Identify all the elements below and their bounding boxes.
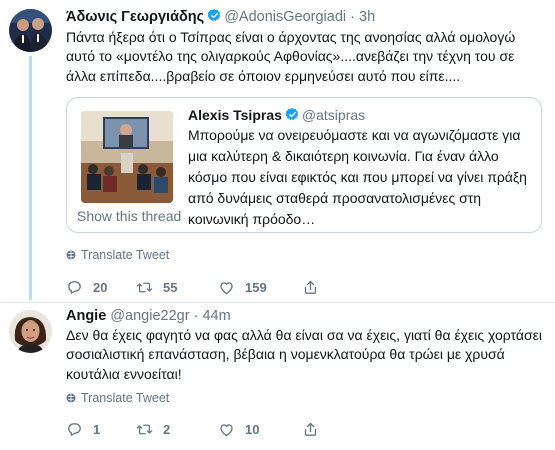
avatar-adonis-image	[9, 9, 52, 52]
heart-icon	[220, 423, 233, 436]
retweet-button[interactable]: 55	[136, 277, 177, 297]
globe-icon	[66, 393, 76, 403]
tweet-actions: 20 55 159	[66, 277, 366, 297]
verified-badge-icon	[207, 8, 221, 22]
retweet-count: 55	[163, 279, 178, 295]
globe-icon	[66, 250, 76, 260]
tweet-actions: 1 2 10	[66, 419, 366, 439]
like-count: 10	[245, 421, 260, 437]
tweet-header: Άδωνις Γεωργιάδης @AdonisGeorgiadi · 3h	[66, 8, 375, 26]
like-button[interactable]: 159	[218, 277, 267, 297]
tweet-text: Δεν θα έχεις φαγητό να φας αλλά θα είναι…	[66, 327, 542, 382]
quoted-photo	[81, 111, 173, 203]
like-button[interactable]: 10	[218, 419, 259, 439]
reply-icon	[68, 422, 81, 436]
show-thread-link[interactable]: Show this thread	[77, 208, 181, 224]
retweet-icon	[136, 282, 153, 292]
retweet-count: 2	[163, 421, 171, 437]
reply-button[interactable]: 1	[66, 419, 100, 439]
avatar-angie-image	[9, 310, 52, 353]
tweet-angie[interactable]: Angie @angie22gr · 44m Δεν θα έχεις φαγη…	[0, 302, 555, 450]
quoted-tweet-image[interactable]	[81, 111, 173, 203]
author-name[interactable]: Άδωνις Γεωργιάδης	[66, 9, 204, 25]
tweet-header: Angie @angie22gr · 44m	[66, 307, 231, 325]
avatar-angie[interactable]	[9, 310, 52, 353]
quoted-tweet-text: Μπορούμε να ονειρευόμαστε και να αγωνιζό…	[188, 127, 527, 227]
share-button[interactable]	[302, 419, 329, 439]
heart-icon	[220, 281, 233, 294]
tweet-timestamp[interactable]: 3h	[359, 9, 375, 25]
quoted-author-handle[interactable]: @atsipras	[302, 107, 365, 123]
share-icon	[304, 280, 317, 294]
separator-dot: ·	[193, 308, 199, 324]
quoted-tweet-header: Alexis Tsipras @atsipras	[188, 107, 365, 123]
author-name[interactable]: Angie	[66, 308, 106, 324]
retweet-button[interactable]: 2	[136, 419, 170, 439]
quoted-author-name[interactable]: Alexis Tsipras	[188, 107, 282, 123]
author-handle[interactable]: @AdonisGeorgiadi	[224, 9, 346, 25]
like-count: 159	[245, 279, 267, 295]
reply-count: 20	[93, 279, 108, 295]
translate-tweet-link[interactable]: Translate Tweet	[66, 248, 169, 262]
translate-tweet-link[interactable]: Translate Tweet	[66, 391, 169, 405]
separator-dot: ·	[350, 9, 356, 25]
reply-count: 1	[93, 421, 101, 437]
retweet-icon	[136, 424, 153, 434]
share-button[interactable]	[302, 277, 329, 297]
reply-button[interactable]: 20	[66, 277, 107, 297]
translate-tweet-label: Translate Tweet	[81, 248, 170, 262]
quoted-tweet[interactable]: Alexis Tsipras @atsipras Μπορούμε να ονει…	[66, 97, 542, 233]
share-icon	[304, 422, 317, 436]
tweet-adonis[interactable]: Άδωνις Γεωργιάδης @AdonisGeorgiadi · 3h Π…	[0, 0, 555, 300]
tweet-text: Πάντα ήξερα ότι ο Τσίπρας είναι ο άρχοντ…	[66, 29, 516, 84]
tweet-timestamp[interactable]: 44m	[202, 308, 230, 324]
thread-line	[29, 56, 32, 300]
verified-badge-icon	[285, 107, 299, 121]
author-handle[interactable]: @angie22gr	[110, 308, 189, 324]
avatar-adonis[interactable]	[9, 9, 52, 52]
reply-icon	[68, 280, 81, 294]
translate-tweet-label: Translate Tweet	[81, 391, 170, 405]
